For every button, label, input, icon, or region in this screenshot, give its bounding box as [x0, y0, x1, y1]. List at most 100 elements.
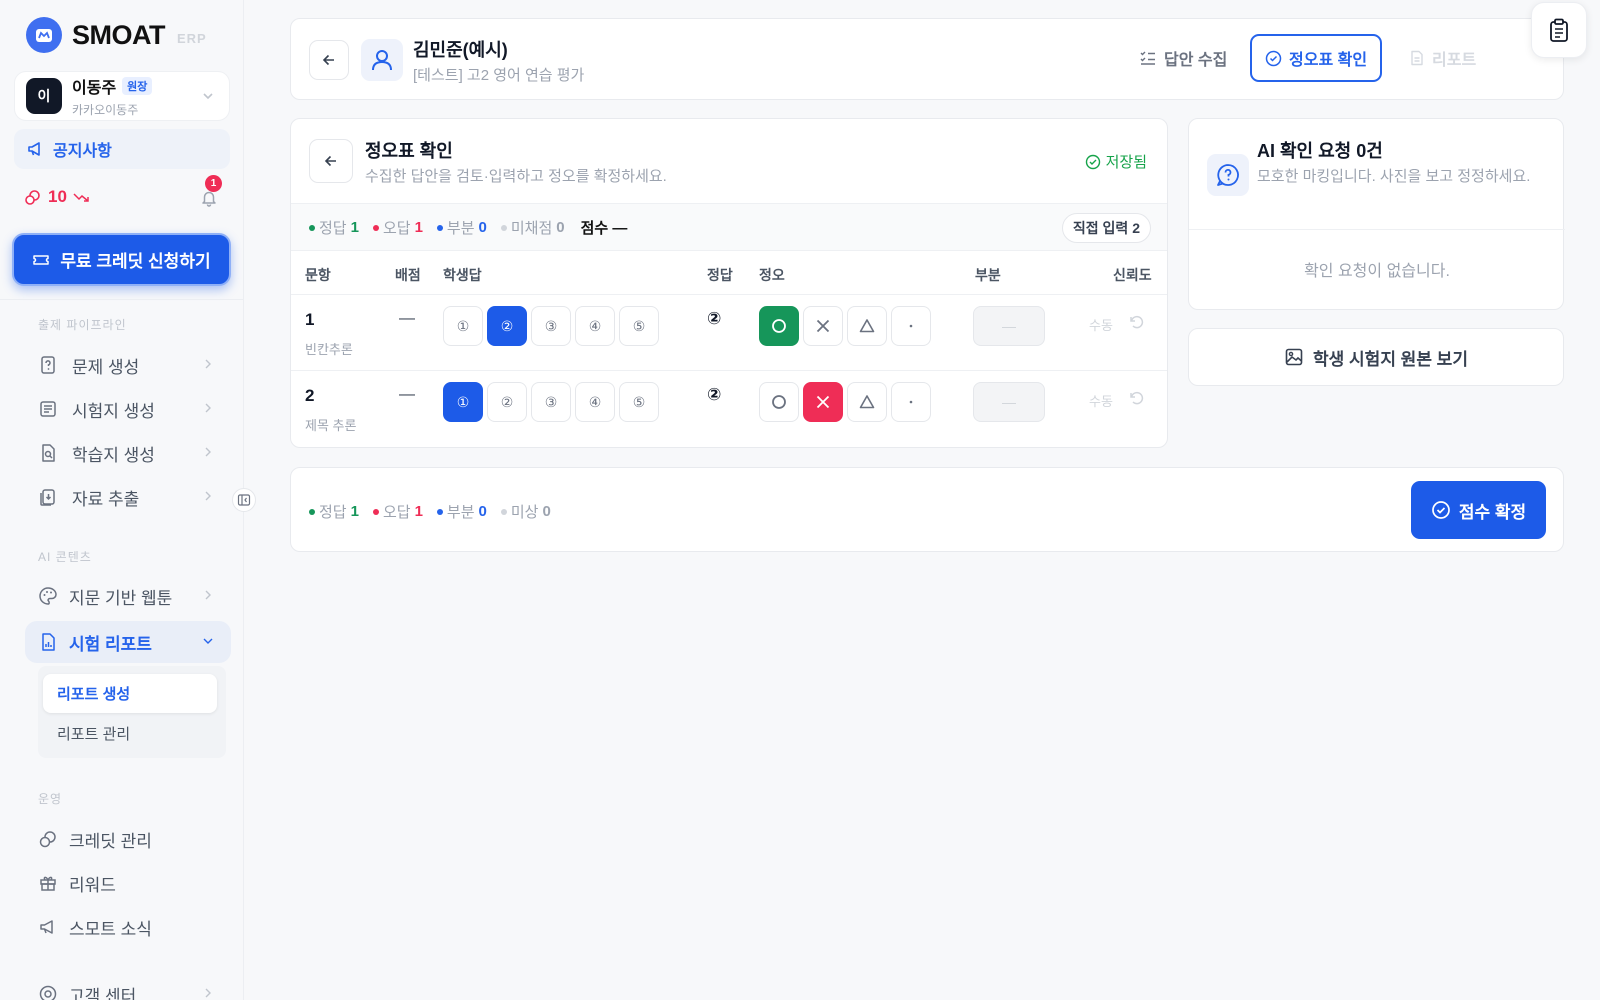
reset-button[interactable] [1127, 389, 1145, 407]
tab-label: 리포트 [1432, 52, 1477, 69]
view-original-label: 학생 시험지 원본 보기 [1313, 349, 1468, 369]
triangle-icon [858, 317, 876, 335]
nav-label: 고객 센터 [69, 986, 137, 1000]
nav-data-extraction[interactable]: 자료 추출 [38, 479, 218, 515]
nav-reward[interactable]: 리워드 [38, 865, 218, 901]
brand-logo[interactable]: SMOAT ERP [26, 17, 207, 53]
triangle-icon [858, 393, 876, 411]
choice-label: ④ [588, 317, 602, 334]
col-confidence: 신뢰도 [1113, 267, 1152, 283]
nav-label: 학습지 생성 [72, 445, 155, 465]
coins-icon [39, 831, 56, 848]
saved-label: 저장됨 [1105, 154, 1147, 171]
panel-collapse-icon [237, 494, 251, 506]
student-answer-choice[interactable]: ⑤ [619, 306, 659, 346]
mark-wrong-button[interactable] [803, 382, 843, 422]
divider [291, 370, 1167, 371]
nav-problem-generation[interactable]: 문제 생성 [38, 347, 218, 383]
student-answer-choice[interactable]: ④ [575, 306, 615, 346]
gift-icon [40, 876, 56, 891]
subnav-report-manage[interactable]: 리포트 관리 [57, 723, 130, 744]
student-answer-choice[interactable]: ③ [531, 382, 571, 422]
partial-score-input[interactable]: — [973, 306, 1045, 346]
sidebar-collapse-button[interactable] [232, 488, 256, 512]
chevron-down-icon [203, 93, 213, 100]
file-text-icon [1411, 50, 1423, 66]
mark-partial-button[interactable] [847, 306, 887, 346]
free-credit-button[interactable]: 무료 크레딧 신청하기 [12, 233, 231, 286]
question-points: — [399, 310, 415, 327]
nav-worksheet-generation[interactable]: 학습지 생성 [38, 435, 218, 471]
confidence-label: 수동 [1089, 318, 1113, 333]
direct-input-pill[interactable]: 직접 입력 2 [1061, 213, 1151, 243]
col-partial: 부분 [975, 267, 1001, 283]
footer-wrong: 오답 1 [372, 501, 423, 522]
nav-customer-center[interactable]: 고객 센터 [38, 976, 218, 1000]
student-answer-choice[interactable]: ② [487, 382, 527, 422]
dot-icon [902, 393, 920, 411]
confirm-score-button[interactable]: 점수 확정 [1411, 481, 1546, 539]
chevron-right-icon [205, 491, 211, 501]
user-switcher[interactable]: 이 이동주 원장 카카오이동주 [14, 71, 230, 121]
back-button[interactable] [309, 40, 349, 80]
mark-blank-button[interactable] [891, 382, 931, 422]
question-number: 1 [305, 310, 315, 329]
footer-partial: 부분 0 [436, 501, 487, 522]
palette-icon [39, 587, 57, 605]
chevron-right-icon [205, 988, 211, 998]
tab-grading-sheet[interactable]: 정오표 확인 [1250, 34, 1383, 82]
student-avatar [361, 39, 403, 81]
notification-badge: 1 [205, 175, 222, 192]
col-student-answer: 학생답 [443, 267, 482, 283]
credit-count: 10 [48, 187, 67, 206]
chevron-right-icon [205, 359, 211, 369]
headset-icon [39, 985, 57, 1000]
image-icon [1285, 348, 1303, 366]
choice-label: ① [456, 317, 470, 334]
nav-webtoon[interactable]: 지문 기반 웹툰 [38, 578, 218, 614]
correct-answer: ② [707, 309, 722, 328]
mark-correct-button[interactable] [759, 382, 799, 422]
divider [291, 294, 1167, 295]
chevron-right-icon [205, 447, 211, 457]
mark-blank-button[interactable] [891, 306, 931, 346]
student-answer-choice[interactable]: ④ [575, 382, 615, 422]
student-answer-choice[interactable]: ① [443, 306, 483, 346]
megaphone-icon [40, 920, 53, 934]
nav-credit-management[interactable]: 크레딧 관리 [38, 821, 218, 857]
student-answer-choice[interactable]: ① [443, 382, 483, 422]
nav-exam-generation[interactable]: 시험지 생성 [38, 391, 218, 427]
nav-label: 크레딧 관리 [69, 831, 152, 851]
mark-partial-button[interactable] [847, 382, 887, 422]
student-answer-choice[interactable]: ⑤ [619, 382, 659, 422]
brand-name: SMOAT [72, 19, 166, 50]
question-doc-icon [41, 356, 55, 374]
choice-label: ③ [544, 393, 558, 410]
notice-link[interactable]: 공지사항 [14, 129, 230, 169]
student-answer-choice[interactable]: ② [487, 306, 527, 346]
notification-button[interactable]: 1 [200, 175, 222, 207]
correct-answer: ② [707, 385, 722, 404]
x-icon [814, 317, 832, 335]
tab-report[interactable]: 리포트 [1409, 34, 1476, 82]
tab-answer-collection[interactable]: 답안 수집 [1139, 34, 1227, 82]
mark-wrong-button[interactable] [803, 306, 843, 346]
footer-correct: 정답 1 [309, 501, 359, 522]
ai-review-subtitle: 모호한 마킹입니다. 사진을 보고 정정하세요. [1257, 168, 1531, 185]
partial-score-input[interactable]: — [973, 382, 1045, 422]
grading-title: 정오표 확인 [365, 141, 453, 161]
student-answer-choice[interactable]: ③ [531, 306, 571, 346]
check-circle-icon [1085, 154, 1100, 169]
grading-back-button[interactable] [309, 139, 353, 183]
mark-correct-button[interactable] [759, 306, 799, 346]
nav-exam-report[interactable]: 시험 리포트 [38, 624, 218, 660]
clipboard-button[interactable] [1531, 2, 1587, 58]
nav-smoat-news[interactable]: 스모트 소식 [38, 909, 218, 945]
col-mark: 정오 [759, 267, 785, 283]
nav-label: 시험지 생성 [72, 401, 155, 421]
arrow-left-icon [322, 54, 334, 66]
reset-button[interactable] [1127, 313, 1145, 331]
view-original-button[interactable]: 학생 시험지 원본 보기 [1188, 328, 1564, 386]
subnav-report-create[interactable]: 리포트 생성 [43, 674, 217, 713]
summary-score: 점수 — [580, 220, 628, 237]
